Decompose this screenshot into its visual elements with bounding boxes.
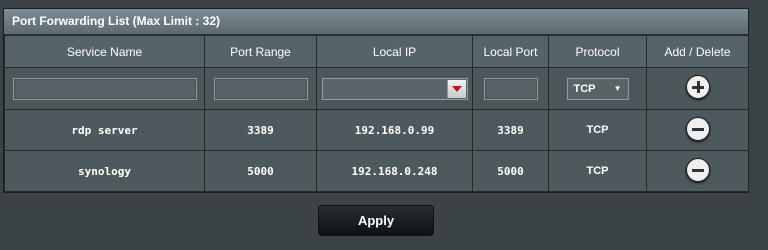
new-ip-cell — [316, 67, 473, 110]
port-range-cell: 3389 — [204, 109, 317, 151]
caret-down-icon: ▼ — [613, 84, 622, 93]
header-local-ip: Local IP — [316, 35, 473, 68]
header-service-name: Service Name — [4, 35, 205, 68]
local-port-input[interactable] — [483, 77, 538, 100]
header-port-range: Port Range — [204, 35, 317, 68]
new-lport-cell — [472, 67, 549, 110]
panel-title: Port Forwarding List (Max Limit : 32) — [4, 9, 748, 35]
service-name-input[interactable] — [12, 77, 197, 100]
table-row: synology 5000 192.168.0.248 5000 TCP — [4, 150, 749, 192]
service-name-cell: rdp server — [4, 109, 205, 151]
header-local-port: Local Port — [472, 35, 549, 68]
header-add-delete: Add / Delete — [646, 35, 749, 68]
protocol-cell: TCP — [548, 150, 647, 192]
table-row: rdp server 3389 192.168.0.99 3389 TCP — [4, 109, 749, 151]
new-port-cell — [204, 67, 317, 110]
new-proto-cell: TCP ▼ — [548, 67, 647, 110]
delete-cell — [646, 109, 749, 151]
protocol-select[interactable]: TCP ▼ — [566, 77, 629, 100]
local-ip-select[interactable] — [321, 77, 468, 100]
protocol-cell: TCP — [548, 109, 647, 151]
port-forwarding-table: Service Name Port Range Local IP Local P… — [4, 35, 749, 192]
minus-circle-icon[interactable] — [685, 158, 710, 182]
plus-circle-icon[interactable] — [685, 74, 710, 99]
new-service-cell — [4, 67, 205, 110]
apply-button[interactable]: Apply — [318, 205, 434, 236]
minus-circle-icon[interactable] — [685, 117, 710, 141]
table-header-row: Service Name Port Range Local IP Local P… — [4, 35, 749, 68]
new-entry-row: TCP ▼ — [4, 67, 749, 110]
header-protocol: Protocol — [548, 35, 647, 68]
triangle-down-icon[interactable] — [446, 79, 466, 98]
port-range-input[interactable] — [213, 77, 308, 100]
local-ip-cell: 192.168.0.99 — [316, 109, 473, 151]
local-ip-cell: 192.168.0.248 — [316, 150, 473, 192]
port-forwarding-panel: Port Forwarding List (Max Limit : 32) Se… — [3, 8, 749, 193]
service-name-cell: synology — [4, 150, 205, 192]
port-range-cell: 5000 — [204, 150, 317, 192]
protocol-select-value: TCP — [573, 82, 596, 95]
local-port-cell: 5000 — [472, 150, 549, 192]
delete-cell — [646, 150, 749, 192]
new-add-cell — [646, 67, 749, 110]
local-port-cell: 3389 — [472, 109, 549, 151]
